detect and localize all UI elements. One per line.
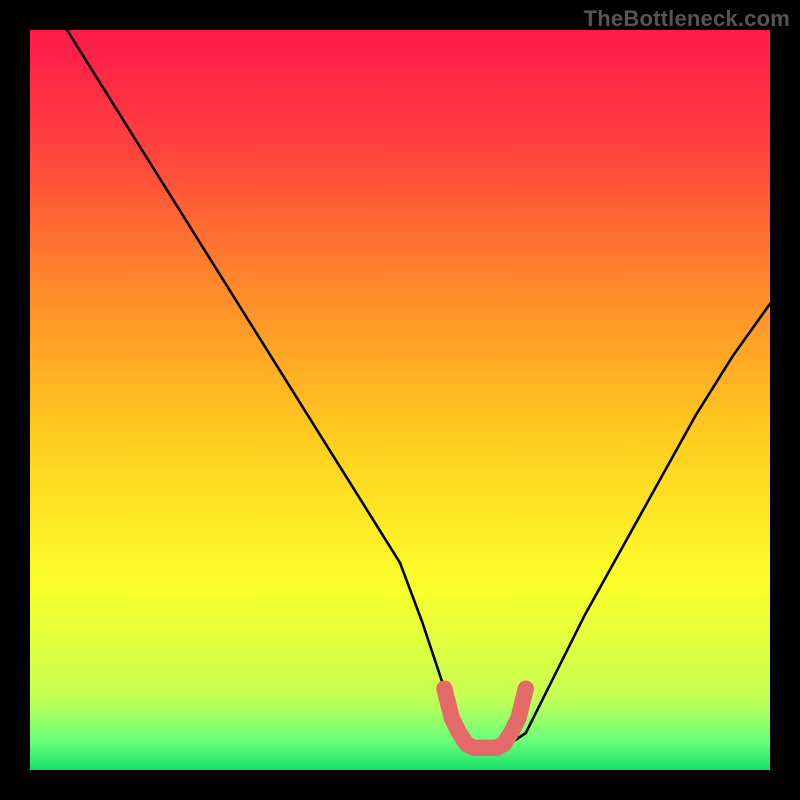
curve-layer: [30, 30, 770, 770]
optimal-zone-marker-line: [444, 689, 525, 748]
plot-area: [30, 30, 770, 770]
bottleneck-curve-line: [67, 30, 770, 748]
chart-frame: TheBottleneck.com: [0, 0, 800, 800]
watermark-text: TheBottleneck.com: [584, 6, 790, 32]
